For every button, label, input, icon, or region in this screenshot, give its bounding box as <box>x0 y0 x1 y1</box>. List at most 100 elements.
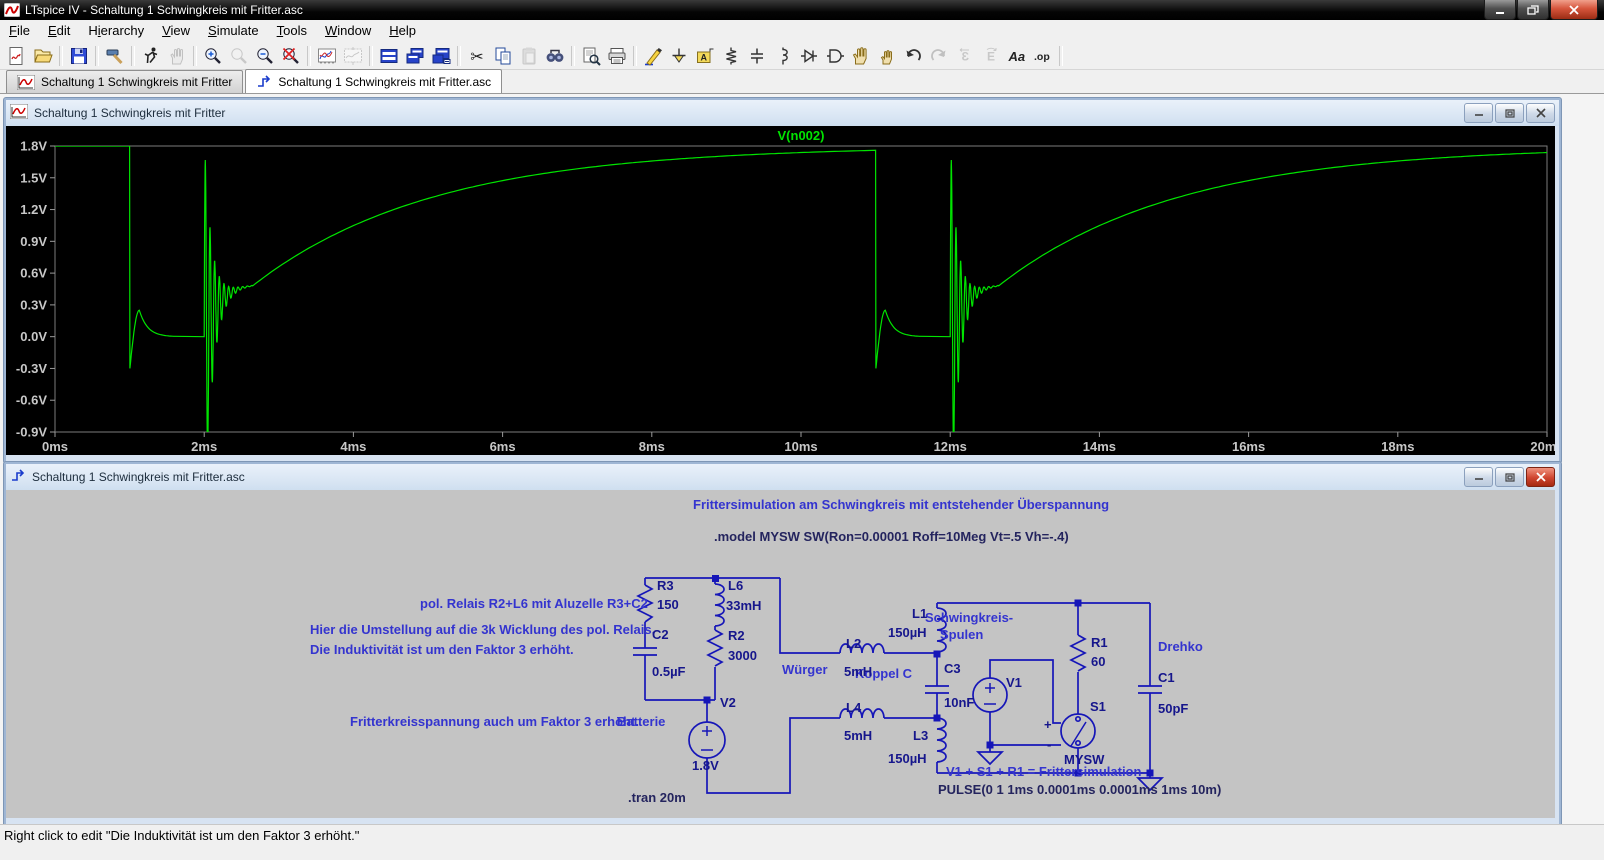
close-button[interactable] <box>1550 0 1598 20</box>
toolbar-separator <box>1059 46 1063 66</box>
schematic-text-label: 150µH <box>888 625 927 640</box>
place-text-icon[interactable]: Aa <box>1004 44 1030 68</box>
place-diode-icon[interactable] <box>796 44 822 68</box>
save-icon[interactable] <box>66 44 92 68</box>
menu-help[interactable]: Help <box>380 20 425 42</box>
schematic-text-comment: Fritterkreisspannung auch um Faktor 3 er… <box>350 714 639 729</box>
schematic-text-label: C3 <box>944 661 961 676</box>
halt-icon <box>164 44 190 68</box>
schematic-text-comment: Drehko <box>1158 639 1203 654</box>
app-logo-icon <box>4 3 20 17</box>
find-icon[interactable] <box>542 44 568 68</box>
schematic-text-label: S1 <box>1090 699 1106 714</box>
svg-text:E: E <box>987 49 995 63</box>
x-tick-label: 18ms <box>1381 439 1414 454</box>
tab-2[interactable]: Schaltung 1 Schwingkreis mit Fritter.asc <box>245 69 502 93</box>
drag-icon[interactable] <box>874 44 900 68</box>
menu-hierarchy[interactable]: Hierarchy <box>79 20 153 42</box>
svg-text:✂: ✂ <box>470 49 483 66</box>
schematic-text-label: C2 <box>652 627 669 642</box>
toolbar-separator <box>369 46 373 66</box>
window-title: LTspice IV - Schaltung 1 Schwingkreis mi… <box>25 3 303 17</box>
schematic-text-comment: Schwingkreis- <box>925 610 1013 625</box>
menu-window[interactable]: Window <box>316 20 380 42</box>
resistor-R2 <box>708 630 722 666</box>
x-tick-label: 4ms <box>340 439 366 454</box>
menu-view[interactable]: View <box>153 20 199 42</box>
minimize-button[interactable] <box>1484 0 1516 20</box>
circuit-wires: Frittersimulation am Schwingkreis mit en… <box>310 497 1221 805</box>
place-ground-icon[interactable] <box>666 44 692 68</box>
undo-icon[interactable] <box>900 44 926 68</box>
schematic-text-label: 5mH <box>844 728 872 743</box>
draw-wire-icon[interactable] <box>640 44 666 68</box>
wave-restore-button[interactable] <box>1495 103 1524 123</box>
menu-file[interactable]: File <box>0 20 39 42</box>
y-tick-label: -0.3V <box>16 361 47 376</box>
spice-directive-icon[interactable]: .op <box>1030 44 1056 68</box>
waveform-window-title: Schaltung 1 Schwingkreis mit Fritter <box>34 106 225 120</box>
tab-1[interactable]: Schaltung 1 Schwingkreis mit Fritter <box>6 70 243 93</box>
waveform-window-icon <box>10 104 28 122</box>
control-panel-icon[interactable] <box>102 44 128 68</box>
zoom-in-icon[interactable] <box>200 44 226 68</box>
menu-edit[interactable]: Edit <box>39 20 79 42</box>
schematic-text-label: 60 <box>1091 654 1105 669</box>
y-tick-label: 1.5V <box>20 170 47 185</box>
schematic-text-label: V1 <box>1006 675 1022 690</box>
cascade-windows-icon[interactable] <box>402 44 428 68</box>
schematic-window: Schaltung 1 Schwingkreis mit Fritter.asc <box>4 462 1561 826</box>
y-tick-label: 0.0V <box>20 329 47 344</box>
schematic-text-label: C1 <box>1158 670 1175 685</box>
new-schematic-icon[interactable] <box>4 44 30 68</box>
move-icon[interactable] <box>848 44 874 68</box>
zoom-out-icon[interactable] <box>252 44 278 68</box>
sch-minimize-button[interactable] <box>1464 467 1493 487</box>
tile-vertical-icon[interactable] <box>428 44 454 68</box>
place-component-icon[interactable] <box>822 44 848 68</box>
tab-label: Schaltung 1 Schwingkreis mit Fritter.asc <box>278 75 491 89</box>
trace-legend: V(n002) <box>778 128 825 143</box>
autorange-y-icon <box>340 44 366 68</box>
menu-tools[interactable]: Tools <box>268 20 316 42</box>
wave-close-button[interactable] <box>1526 103 1555 123</box>
tile-horizontal-icon[interactable] <box>376 44 402 68</box>
sch-restore-button[interactable] <box>1495 467 1524 487</box>
print-preview-icon[interactable] <box>578 44 604 68</box>
place-label-icon[interactable]: A <box>692 44 718 68</box>
svg-text:Aa: Aa <box>1008 49 1026 64</box>
cut-icon[interactable]: ✂ <box>464 44 490 68</box>
svg-text:.op: .op <box>1034 51 1050 63</box>
waveform-window: Schaltung 1 Schwingkreis mit Fritter 1.8… <box>4 98 1561 463</box>
menu-simulate[interactable]: Simulate <box>199 20 268 42</box>
place-resistor-icon[interactable] <box>718 44 744 68</box>
copy-icon[interactable] <box>490 44 516 68</box>
schematic-text-label: - <box>1047 737 1051 752</box>
schematic-text-comment: Hier die Umstellung auf die 3k Wicklung … <box>310 622 655 637</box>
print-icon[interactable] <box>604 44 630 68</box>
place-capacitor-icon[interactable] <box>744 44 770 68</box>
wave-minimize-button[interactable] <box>1464 103 1493 123</box>
zoom-full-extents-icon[interactable] <box>278 44 304 68</box>
x-tick-label: 12ms <box>934 439 967 454</box>
y-tick-label: 0.6V <box>20 266 47 281</box>
place-inductor-icon[interactable] <box>770 44 796 68</box>
toolbar-separator <box>193 46 197 66</box>
schematic-text-label: 10nF <box>944 695 974 710</box>
ltspice-window: LTspice IV - Schaltung 1 Schwingkreis mi… <box>0 0 1604 860</box>
plot-canvas[interactable]: 1.8V1.5V1.2V0.9V0.6V0.3V0.0V-0.3V-0.6V-0… <box>6 126 1555 455</box>
y-tick-label: 1.8V <box>20 139 47 154</box>
run-icon[interactable] <box>138 44 164 68</box>
mdi-area: Schaltung 1 Schwingkreis mit Fritter 1.8… <box>0 94 1604 824</box>
schematic-text-comment: Würger <box>782 662 828 677</box>
schematic-text-label: L2 <box>846 636 861 651</box>
schematic-canvas[interactable]: Frittersimulation am Schwingkreis mit en… <box>6 490 1555 818</box>
sch-close-button[interactable] <box>1526 467 1555 487</box>
restore-button[interactable] <box>1517 0 1549 20</box>
redo-icon <box>926 44 952 68</box>
zoom-inactive-icon <box>226 44 252 68</box>
open-icon[interactable] <box>30 44 56 68</box>
autorange-icon[interactable] <box>314 44 340 68</box>
schematic-tab-icon <box>256 74 272 89</box>
paste-icon <box>516 44 542 68</box>
